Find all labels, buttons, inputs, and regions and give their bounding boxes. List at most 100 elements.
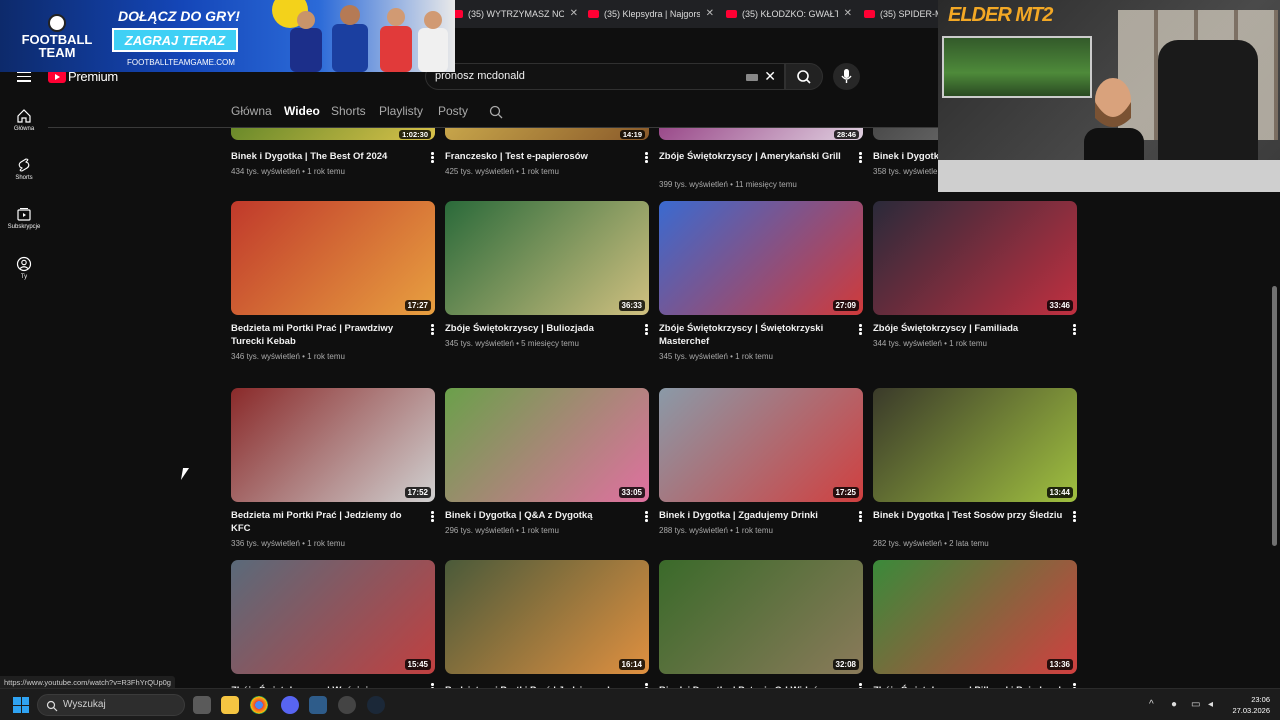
video-thumbnail[interactable]: 28:46 (659, 128, 863, 140)
video-more-icon[interactable] (431, 324, 435, 336)
video-thumbnail[interactable]: 36:33 (445, 201, 649, 315)
video-more-icon[interactable] (645, 152, 649, 164)
video-title[interactable]: Zbóje Świętokrzyscy | Amerykański Grill (659, 150, 849, 163)
video-more-icon[interactable] (645, 511, 649, 523)
browser-tab[interactable]: (35) WYTRZYMASZ NOC ✕ (452, 3, 578, 25)
obs-icon[interactable] (338, 696, 356, 714)
video-meta: 345 tys. wyświetleń • 5 miesięcy temu (445, 339, 579, 348)
system-clock[interactable]: 23:06 27.03.2026 (1232, 694, 1270, 716)
video-views: 345 tys. wyświetleń (659, 352, 728, 361)
tab-playlists[interactable]: Playlisty (379, 104, 423, 118)
video-more-icon[interactable] (859, 511, 863, 523)
clear-search-icon[interactable]: ✕ (764, 68, 776, 85)
video-title[interactable]: Zbóje Świętokrzyscy | Świętokrzyski Mast… (659, 322, 849, 348)
video-title[interactable]: Binek i Dygotka | Q&A z Dygotką (445, 509, 635, 522)
browser-tab[interactable]: (35) SPIDER-MAN (864, 3, 938, 25)
volume-icon[interactable]: ◂ (1208, 699, 1213, 710)
youtube-favicon-icon (864, 10, 875, 18)
video-more-icon[interactable] (431, 152, 435, 164)
sidenav-item-subscriptions[interactable]: Subskrypcje (0, 206, 48, 230)
video-views: 296 tys. wyświetleń (445, 526, 514, 535)
video-thumbnail[interactable]: 27:09 (659, 201, 863, 315)
tab-videos[interactable]: Wideo (284, 104, 320, 118)
video-thumbnail[interactable]: 17:52 (231, 388, 435, 502)
video-views: 425 tys. wyświetleń (445, 167, 514, 176)
tab-posts[interactable]: Posty (438, 104, 468, 118)
video-thumbnail[interactable]: 16:14 (445, 560, 649, 674)
discord-icon[interactable] (281, 696, 299, 714)
video-more-icon[interactable] (431, 511, 435, 523)
video-title[interactable]: Binek i Dygotka | Zgadujemy Drinki (659, 509, 849, 522)
video-title[interactable]: Binek i Dygotka | The Best Of 2024 (231, 150, 421, 163)
sidenav-item-shorts[interactable]: Shorts (0, 157, 48, 181)
football-icon (48, 14, 66, 32)
video-title[interactable]: Binek i Dygotka | Test Sosów przy Śledzi… (873, 509, 1063, 522)
video-thumbnail[interactable]: 15:45 (231, 560, 435, 674)
youtube-favicon-icon (726, 10, 737, 18)
video-title[interactable]: Zbóje Świętokrzyscy | Familiada (873, 322, 1063, 335)
sidenav-label: Ty (20, 274, 28, 280)
microphone-tray-icon[interactable]: ● (1171, 699, 1177, 710)
video-title[interactable]: Bedzieta mi Portki Prać | Jedziemy do KF… (231, 509, 421, 535)
video-duration: 17:52 (404, 487, 431, 498)
video-meta: 425 tys. wyświetleń • 1 rok temu (445, 167, 559, 176)
video-more-icon[interactable] (1073, 511, 1077, 523)
video-title[interactable]: Franczesko | Test e-papierosów (445, 150, 635, 163)
video-meta: 399 tys. wyświetleń • 11 miesięcy temu (659, 180, 797, 189)
browser-tab[interactable]: (35) Klepsydra | Najgorsz ✕ (588, 3, 714, 25)
subscriptions-icon (17, 208, 31, 221)
chrome-icon[interactable] (250, 696, 268, 714)
ad-banner[interactable]: FOOTBALL TEAM DOŁĄCZ DO GRY! ZAGRAJ TERA… (0, 0, 455, 72)
steam-icon[interactable] (367, 696, 385, 714)
video-thumbnail[interactable]: 33:05 (445, 388, 649, 502)
video-duration: 15:45 (404, 659, 431, 670)
tab-close-icon[interactable]: ✕ (844, 8, 852, 19)
page-scrollbar[interactable] (1272, 286, 1277, 546)
channel-search-icon[interactable] (488, 104, 504, 120)
youtube-favicon-icon (588, 10, 599, 18)
video-views: 288 tys. wyświetleń (659, 526, 728, 535)
tray-chevron-up-icon[interactable]: ^ (1149, 699, 1154, 710)
tab-home[interactable]: Główna (231, 104, 272, 118)
video-meta: 346 tys. wyświetleń • 1 rok temu (231, 352, 345, 361)
voice-search-button[interactable] (833, 63, 860, 90)
video-meta: 358 tys. wyświetleń (873, 167, 942, 176)
keyboard-icon[interactable] (746, 74, 758, 81)
video-thumbnail[interactable]: 33:46 (873, 201, 1077, 315)
video-more-icon[interactable] (1073, 324, 1077, 336)
tab-label: (35) Klepsydra | Najgorsz (604, 9, 700, 19)
menu-icon[interactable] (17, 71, 31, 82)
browser-tab[interactable]: (35) KŁODZKO: GWAŁTY, ✕ (726, 3, 852, 25)
video-age: 1 rok temu (521, 526, 559, 535)
video-thumbnail[interactable]: 13:36 (873, 560, 1077, 674)
task-view-icon[interactable] (193, 696, 211, 714)
video-thumbnail[interactable]: 17:25 (659, 388, 863, 502)
video-title[interactable]: Bedzieta mi Portki Prać | Prawdziwy Ture… (231, 322, 421, 348)
search-input[interactable]: pronosz mcdonald ✕ (425, 63, 785, 90)
video-title[interactable]: Zbóje Świętokrzyscy | Buliozjada (445, 322, 635, 335)
sidenav-item-you[interactable]: Ty (0, 256, 48, 280)
video-more-icon[interactable] (645, 324, 649, 336)
taskbar-search-input[interactable]: Wyszukaj (37, 694, 185, 716)
video-more-icon[interactable] (859, 324, 863, 336)
ad-cta-button[interactable]: ZAGRAJ TERAZ (112, 28, 238, 52)
tab-close-icon[interactable]: ✕ (706, 8, 714, 19)
tab-close-icon[interactable]: ✕ (570, 8, 578, 19)
video-duration: 36:33 (618, 300, 645, 311)
microphone-icon (841, 69, 852, 83)
video-thumbnail[interactable]: 14:19 (445, 128, 649, 140)
file-explorer-icon[interactable] (221, 696, 239, 714)
sidenav-item-home[interactable]: Główna (0, 108, 48, 132)
search-button[interactable] (785, 63, 823, 90)
video-thumbnail[interactable]: 13:44 (873, 388, 1077, 502)
video-thumbnail[interactable]: 17:27 (231, 201, 435, 315)
app-icon[interactable] (309, 696, 327, 714)
video-meta: 288 tys. wyświetleń • 1 rok temu (659, 526, 773, 535)
tab-shorts[interactable]: Shorts (331, 104, 366, 118)
video-duration: 17:25 (832, 487, 859, 498)
windows-start-icon[interactable] (13, 697, 29, 713)
video-thumbnail[interactable]: 1:02:30 (231, 128, 435, 140)
network-icon[interactable]: ▭ (1191, 699, 1200, 710)
video-thumbnail[interactable]: 32:08 (659, 560, 863, 674)
video-more-icon[interactable] (859, 152, 863, 164)
